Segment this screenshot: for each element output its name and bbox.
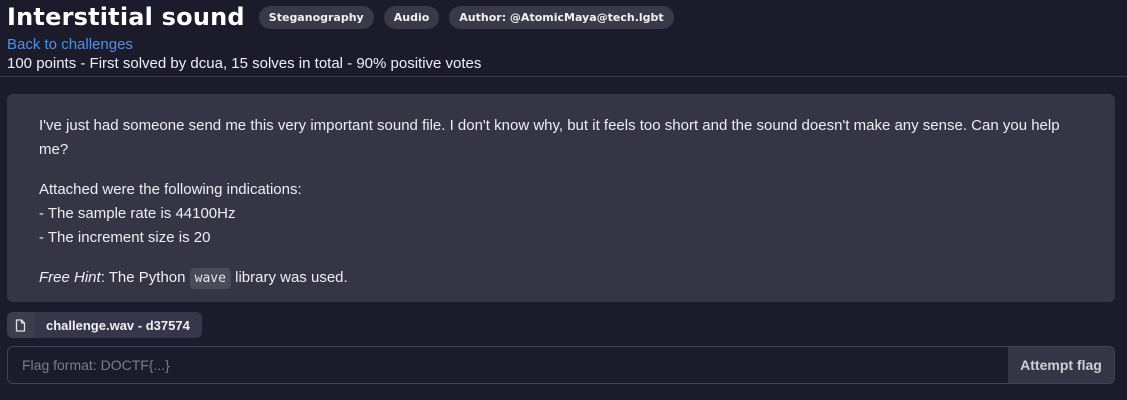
challenge-header: Interstitial sound Steganography Audio A… xyxy=(7,0,1127,76)
hint-text-after: library was used. xyxy=(230,269,348,286)
back-to-challenges-link[interactable]: Back to challenges xyxy=(7,35,1127,54)
free-hint: Free Hint: The Python wave library was u… xyxy=(39,266,1083,290)
file-icon xyxy=(7,312,34,338)
header-divider xyxy=(0,76,1127,77)
tag-author: Author: @AtomicMaya@tech.lgbt xyxy=(449,5,674,29)
tag-subcategory: Audio xyxy=(383,5,440,29)
challenge-meta: 100 points - First solved by dcua, 15 so… xyxy=(7,55,482,72)
attempt-flag-button[interactable]: Attempt flag xyxy=(1008,347,1114,383)
tag-category: Steganography xyxy=(258,5,374,29)
hint-label: Free Hint xyxy=(39,269,101,286)
hint-text-before: : The Python xyxy=(100,269,190,286)
attachment-name: challenge.wav - d37574 xyxy=(34,312,202,338)
description-paragraph: I've just had someone send me this very … xyxy=(39,117,1060,158)
flag-form: Attempt flag xyxy=(7,346,1115,384)
flag-input[interactable] xyxy=(8,347,1008,383)
indication-increment: - The increment size is 20 xyxy=(39,229,211,246)
indication-sample-rate: - The sample rate is 44100Hz xyxy=(39,205,236,222)
title-row: Interstitial sound Steganography Audio A… xyxy=(7,0,1127,34)
page-title: Interstitial sound xyxy=(7,3,245,31)
indications-intro: Attached were the following indications: xyxy=(39,181,302,198)
hint-code: wave xyxy=(189,268,231,289)
attachment-download[interactable]: challenge.wav - d37574 xyxy=(7,312,202,338)
description-card: I've just had someone send me this very … xyxy=(7,94,1115,302)
